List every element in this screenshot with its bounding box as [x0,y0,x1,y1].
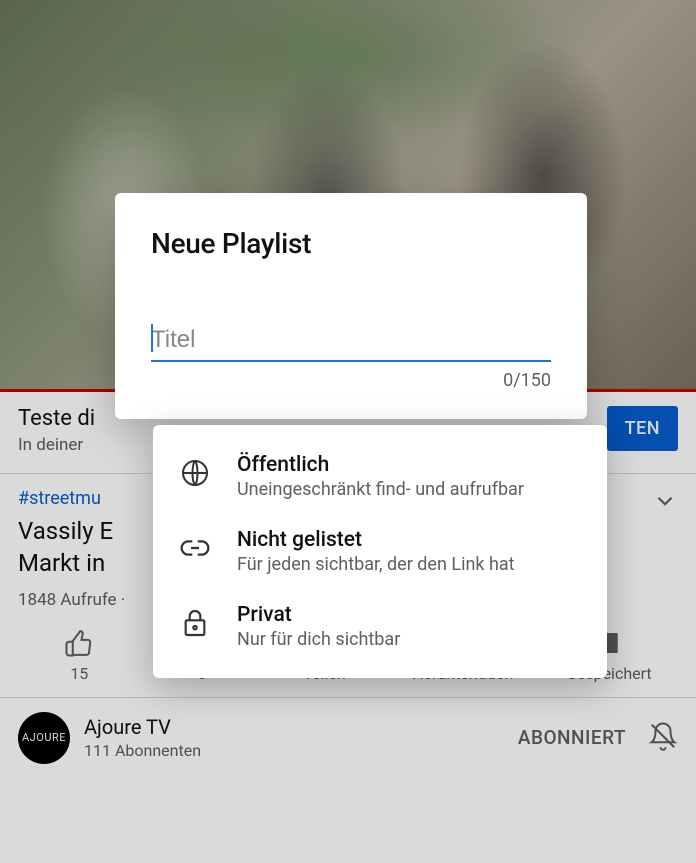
char-counter: 0/150 [151,370,551,391]
globe-icon [179,457,211,489]
link-icon [179,532,211,564]
text-caret [151,324,153,352]
option-title: Nicht gelistet [237,528,515,552]
playlist-title-input[interactable] [151,322,551,362]
option-desc: Für jeden sichtbar, der den Link hat [237,554,515,575]
lock-icon [179,607,211,639]
privacy-dropdown: Öffentlich Uneingeschränkt find- und auf… [153,425,607,678]
dialog-heading: Neue Playlist [151,227,551,260]
option-title: Privat [237,603,400,627]
privacy-option-unlisted[interactable]: Nicht gelistet Für jeden sichtbar, der d… [153,514,607,589]
option-title: Öffentlich [237,453,524,477]
new-playlist-dialog: Neue Playlist 0/150 [115,193,587,419]
option-desc: Uneingeschränkt find- und aufrufbar [237,479,524,500]
option-desc: Nur für dich sichtbar [237,629,400,650]
privacy-option-private[interactable]: Privat Nur für dich sichtbar [153,589,607,664]
privacy-option-public[interactable]: Öffentlich Uneingeschränkt find- und auf… [153,439,607,514]
